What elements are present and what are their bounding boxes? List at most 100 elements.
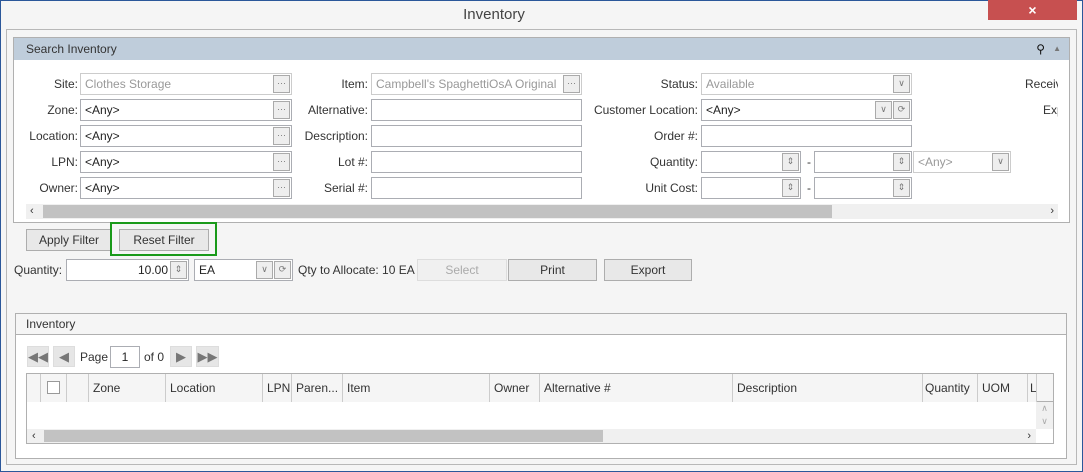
page-count: of 0 — [144, 350, 165, 364]
previous-page-icon[interactable]: ◀ — [53, 346, 75, 367]
item-field[interactable]: Campbell's SpaghettiOsA Original ··· — [371, 73, 582, 95]
search-panel-title: Search Inventory — [26, 42, 117, 56]
print-button[interactable]: Print — [508, 259, 597, 281]
scroll-down-icon[interactable]: ∨ — [1041, 416, 1048, 426]
grid-horizontal-scrollbar[interactable]: ‹ › — [27, 429, 1036, 443]
scroll-up-icon[interactable]: ∧ — [1041, 403, 1048, 413]
grid-header: Zone Location LPN Paren... Item Owner Al… — [27, 374, 1053, 402]
browse-icon[interactable]: ··· — [563, 75, 580, 93]
item-label: Item: — [341, 77, 368, 91]
chevron-down-icon[interactable]: ∨ — [893, 75, 910, 93]
unit-cost-label: Unit Cost: — [645, 181, 698, 195]
spinner-icon[interactable]: ⇕ — [893, 153, 910, 171]
row-indicator-header — [27, 374, 41, 402]
location-label: Location: — [29, 129, 78, 143]
column-header-description[interactable]: Description — [733, 374, 923, 402]
chevron-down-icon[interactable]: ∨ — [875, 101, 892, 119]
chevron-down-icon[interactable]: ∨ — [256, 261, 273, 279]
spinner-icon[interactable]: ⇕ — [893, 179, 910, 197]
lot-input[interactable] — [371, 151, 582, 173]
quantity-to-stepper[interactable]: ⇕ — [814, 151, 912, 173]
browse-icon[interactable]: ··· — [273, 179, 290, 197]
column-header-alternative[interactable]: Alternative # — [540, 374, 733, 402]
lpn-field[interactable]: <Any> ··· — [80, 151, 292, 173]
column-header-zone[interactable]: Zone — [89, 374, 166, 402]
alternative-label: Alternative: — [307, 103, 368, 117]
range-dash: - — [807, 181, 811, 195]
column-header-parent[interactable]: Paren... — [292, 374, 343, 402]
quantity-value: 10.00 — [137, 263, 168, 277]
owner-value: <Any> — [85, 181, 120, 195]
column-header-l[interactable]: L — [1028, 374, 1037, 402]
spinner-icon[interactable]: ⇕ — [782, 179, 799, 197]
blank-header — [67, 374, 89, 402]
pin-icon[interactable]: ⚲ — [1036, 38, 1045, 60]
customer-location-label: Customer Location: — [593, 103, 698, 117]
location-value: <Any> — [85, 129, 120, 143]
location-field[interactable]: <Any> ··· — [80, 125, 292, 147]
grid-vertical-scrollbar[interactable]: ∧ ∨ — [1036, 402, 1053, 429]
item-value: Campbell's SpaghettiOsA Original — [376, 77, 557, 91]
export-button[interactable]: Export — [604, 259, 692, 281]
close-button[interactable]: × — [988, 0, 1077, 20]
uom-select[interactable]: EA ∨ ⟳ — [194, 259, 293, 281]
scroll-right-icon[interactable]: › — [1027, 429, 1031, 443]
spinner-icon[interactable]: ⇕ — [170, 261, 187, 279]
zone-value: <Any> — [85, 103, 120, 117]
quantity-from-stepper[interactable]: ⇕ — [701, 151, 801, 173]
description-input[interactable] — [371, 125, 582, 147]
scroll-left-icon[interactable]: ‹ — [32, 429, 36, 443]
order-input[interactable] — [701, 125, 912, 147]
serial-input[interactable] — [371, 177, 582, 199]
refresh-icon[interactable]: ⟳ — [893, 101, 910, 119]
status-select[interactable]: Available ∨ — [701, 73, 912, 95]
scrollbar-thumb[interactable] — [43, 205, 832, 218]
unit-cost-from-stepper[interactable]: ⇕ — [701, 177, 801, 199]
serial-label: Serial #: — [323, 181, 368, 195]
zone-field[interactable]: <Any> ··· — [80, 99, 292, 121]
search-panel-header[interactable]: Search Inventory ⚲ ▲ — [14, 38, 1069, 60]
browse-icon[interactable]: ··· — [273, 127, 290, 145]
status-value: Available — [706, 77, 755, 91]
refresh-icon[interactable]: ⟳ — [274, 261, 291, 279]
next-page-icon[interactable]: ▶ — [170, 346, 192, 367]
column-header-uom[interactable]: UOM — [978, 374, 1028, 402]
browse-icon[interactable]: ··· — [273, 101, 290, 119]
zone-label: Zone: — [47, 103, 78, 117]
status-label: Status: — [660, 77, 698, 91]
inventory-panel-header: Inventory — [16, 314, 1066, 335]
reset-filter-button[interactable]: Reset Filter — [119, 229, 209, 251]
scroll-right-icon[interactable]: › — [1050, 204, 1054, 219]
site-label: Site: — [53, 77, 78, 91]
site-field[interactable]: Clothes Storage ··· — [80, 73, 292, 95]
quantity-unit-select[interactable]: <Any> ∨ — [913, 151, 1011, 173]
quantity-label: Quantity: — [649, 155, 698, 169]
lot-label: Lot #: — [337, 155, 368, 169]
customer-location-select[interactable]: <Any> ∨ ⟳ — [701, 99, 912, 121]
apply-filter-button[interactable]: Apply Filter — [26, 229, 112, 251]
search-horizontal-scrollbar[interactable]: ‹ › — [26, 204, 1058, 219]
page-label: Page — [80, 350, 109, 364]
page-input[interactable]: 1 — [110, 346, 140, 368]
browse-icon[interactable]: ··· — [273, 75, 290, 93]
column-header-lpn[interactable]: LPN — [263, 374, 292, 402]
scrollbar-thumb[interactable] — [44, 430, 603, 442]
last-page-icon[interactable]: ▶▶ — [196, 346, 219, 367]
chevron-down-icon[interactable]: ∨ — [992, 153, 1009, 171]
column-header-location[interactable]: Location — [166, 374, 263, 402]
description-label: Description: — [304, 129, 368, 143]
scroll-left-icon[interactable]: ‹ — [30, 204, 34, 219]
first-page-icon[interactable]: ◀◀ — [27, 346, 49, 367]
select-all-checkbox[interactable] — [47, 381, 60, 394]
collapse-icon[interactable]: ▲ — [1053, 38, 1061, 60]
column-header-owner[interactable]: Owner — [490, 374, 540, 402]
column-header-item[interactable]: Item — [343, 374, 490, 402]
browse-icon[interactable]: ··· — [273, 153, 290, 171]
spinner-icon[interactable]: ⇕ — [782, 153, 799, 171]
alternative-input[interactable] — [371, 99, 582, 121]
unit-cost-to-stepper[interactable]: ⇕ — [814, 177, 912, 199]
owner-field[interactable]: <Any> ··· — [80, 177, 292, 199]
select-button[interactable]: Select — [417, 259, 507, 281]
quantity-stepper[interactable]: 10.00 ⇕ — [66, 259, 189, 281]
column-header-quantity[interactable]: Quantity — [923, 374, 978, 402]
